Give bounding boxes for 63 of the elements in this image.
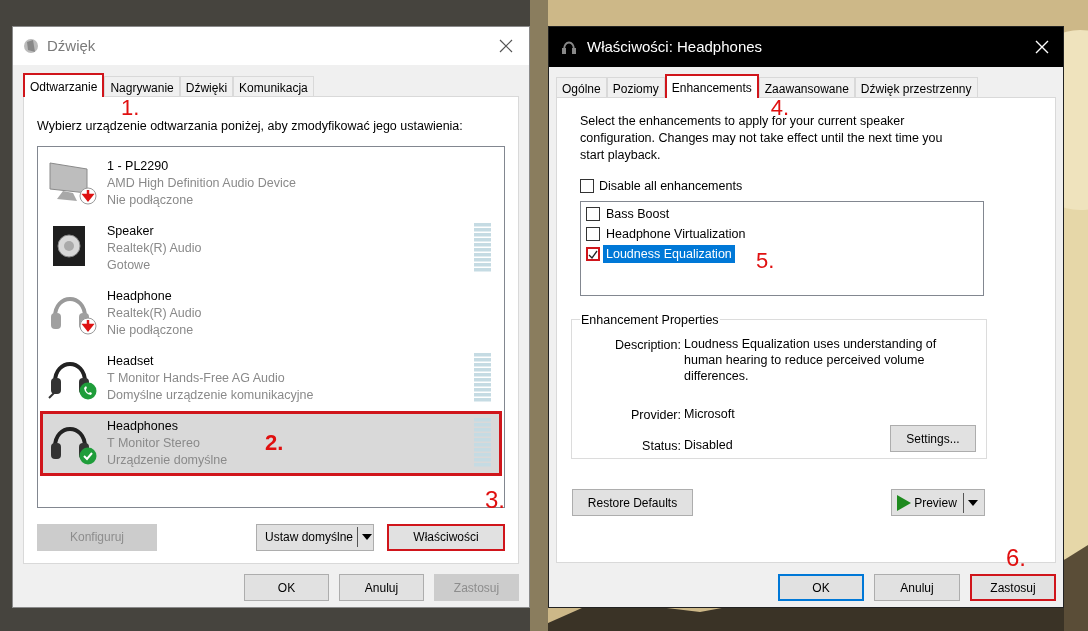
tab[interactable]: Nagrywanie bbox=[104, 76, 180, 97]
checkbox[interactable] bbox=[586, 227, 600, 241]
check-icon bbox=[588, 249, 598, 259]
device-driver: T Monitor Hands-Free AG Audio bbox=[107, 369, 285, 387]
device-status: Gotowe bbox=[107, 256, 151, 274]
caret-icon bbox=[966, 498, 979, 507]
device-name: Headphone bbox=[107, 287, 172, 305]
device-name: 1 - PL2290 bbox=[107, 157, 169, 175]
device-driver: Realtek(R) Audio bbox=[107, 239, 202, 257]
button[interactable]: OK bbox=[778, 574, 864, 601]
list-item[interactable]: Headphone Virtualization bbox=[603, 224, 749, 244]
window-title: Dźwięk bbox=[47, 35, 97, 56]
device-status: Nie podłączone bbox=[107, 321, 194, 339]
device-driver: T Monitor Stereo bbox=[107, 434, 200, 452]
checkbox[interactable] bbox=[580, 179, 594, 193]
window-title: Właściwości: Headphones bbox=[587, 36, 764, 57]
tab[interactable]: Zaawansowane bbox=[758, 77, 855, 98]
step-number: 3. bbox=[485, 487, 505, 512]
list-item[interactable]: Bass Boost bbox=[603, 204, 673, 224]
device-driver: AMD High Definition Audio Device bbox=[107, 174, 296, 192]
device-status: Domyślne urządzenie komunikacyjne bbox=[107, 386, 314, 404]
field-label: Description: bbox=[614, 337, 682, 354]
tab[interactable]: Poziomy bbox=[606, 77, 665, 98]
tab[interactable]: Ogólne bbox=[556, 77, 607, 98]
instruction-text: Wybierz urządzenie odtwarzania poniżej, aby zmodyfikować jego ustawienia: bbox=[37, 118, 464, 135]
play-icon bbox=[897, 494, 912, 511]
step-number: 2. bbox=[265, 431, 284, 454]
preview-button[interactable]: Preview bbox=[891, 489, 985, 516]
device-row[interactable]: Speaker Realtek(R) Audio Gotowe bbox=[40, 215, 502, 281]
device-row[interactable]: Headset T Monitor Hands-Free AG Audio Domyślne urządzenie komunikacyjne bbox=[40, 345, 502, 411]
field-value: Microsoft bbox=[684, 406, 735, 423]
device-row[interactable]: Headphones T Monitor Stereo Urządzenie domyślne 2. bbox=[40, 410, 502, 476]
button[interactable]: Anuluj bbox=[339, 574, 424, 601]
button[interactable]: Anuluj bbox=[874, 574, 960, 601]
tab[interactable]: Komunikacja bbox=[233, 76, 314, 97]
device-driver: Realtek(R) Audio bbox=[107, 304, 202, 322]
device-row[interactable]: Headphone Realtek(R) Audio Nie podłączone bbox=[40, 280, 502, 346]
device-status: Urządzenie domyślne bbox=[107, 451, 228, 469]
step-number: 6. bbox=[1006, 546, 1026, 570]
button[interactable]: Restore Defaults bbox=[572, 489, 693, 516]
device-name: Headphones bbox=[107, 417, 178, 435]
tab[interactable]: Dźwięki bbox=[179, 76, 234, 97]
checkbox-label: Disable all enhancements bbox=[599, 177, 743, 195]
caret-icon bbox=[361, 533, 373, 542]
close-icon bbox=[1035, 40, 1049, 54]
device-status: Nie podłączone bbox=[107, 191, 194, 209]
step-number: 5. bbox=[756, 250, 775, 272]
device-row[interactable]: 1 - PL2290 AMD High Definition Audio Device Nie podłączone bbox=[40, 150, 502, 216]
list-item[interactable]: Loudness Equalization bbox=[603, 244, 735, 264]
device-name: Headset bbox=[107, 352, 154, 370]
field-value: Disabled bbox=[684, 436, 733, 454]
field-label: Provider: bbox=[629, 407, 682, 424]
device-name: Speaker bbox=[107, 222, 154, 240]
split-button[interactable]: Ustaw domyślne bbox=[256, 523, 374, 551]
button[interactable]: Settings... bbox=[890, 425, 976, 452]
tab[interactable]: Dźwięk przestrzenny bbox=[854, 77, 978, 98]
field-label: Status: bbox=[641, 437, 682, 455]
field-value: Loudness Equalization uses understanding of human hearing to reduce perceived volume differences. bbox=[684, 336, 938, 384]
button[interactable]: OK bbox=[244, 574, 329, 601]
step-number: 1. bbox=[121, 97, 140, 119]
close-icon bbox=[499, 39, 513, 53]
checkbox[interactable] bbox=[586, 207, 600, 221]
checkbox[interactable] bbox=[586, 247, 600, 261]
